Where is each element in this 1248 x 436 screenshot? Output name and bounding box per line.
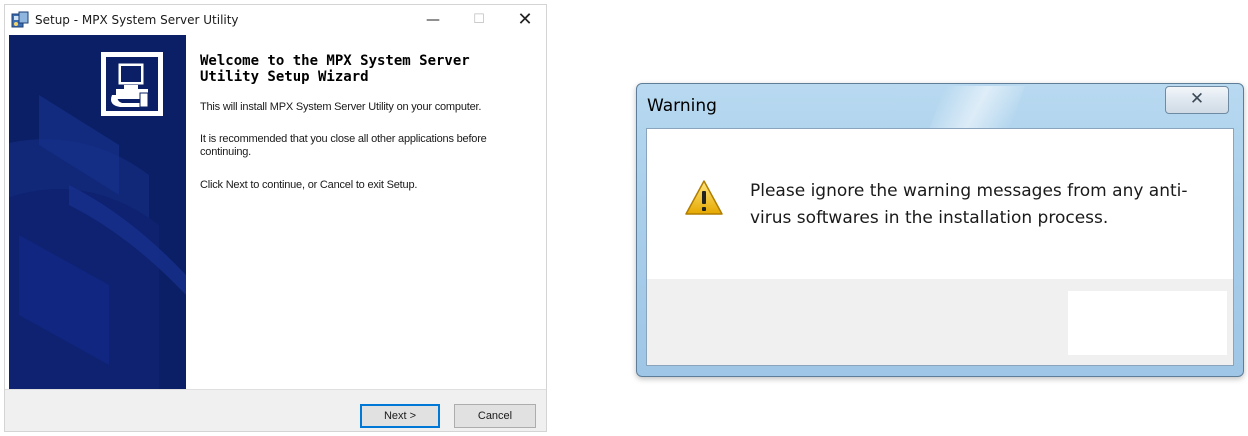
title-glass-highlight: [928, 86, 1026, 130]
wizard-heading: Welcome to the MPX System Server Utility…: [200, 53, 470, 85]
setup-window: Setup - MPX System Server Utility — ☐ ✕: [4, 4, 547, 432]
warning-ok-button-area[interactable]: [1068, 291, 1227, 355]
warning-content-panel: Please ignore the warning messages from …: [646, 128, 1234, 366]
setup-titlebar: Setup - MPX System Server Utility — ☐ ✕: [5, 5, 546, 35]
warning-message-area: Please ignore the warning messages from …: [647, 129, 1233, 279]
warning-close-button[interactable]: ✕: [1165, 86, 1229, 114]
wizard-instruction-text: Click Next to continue, or Cancel to exi…: [200, 179, 418, 191]
minimize-button[interactable]: —: [410, 5, 456, 35]
close-button[interactable]: ✕: [502, 5, 548, 35]
window-title: Setup - MPX System Server Utility: [35, 13, 239, 27]
maximize-button[interactable]: ☐: [456, 5, 502, 35]
wizard-recommend-text: It is recommended that you close all oth…: [200, 133, 487, 158]
next-button[interactable]: Next >: [360, 404, 440, 428]
wizard-install-text: This will install MPX System Server Util…: [200, 101, 482, 113]
setup-footer: Next > Cancel: [5, 389, 546, 431]
warning-dialog: Warning ✕ Please ignore the warning mess: [636, 83, 1244, 377]
cancel-button[interactable]: Cancel: [454, 404, 536, 428]
wizard-side-banner: [9, 35, 186, 389]
warning-message: Please ignore the warning messages from …: [750, 181, 1188, 228]
warning-triangle-icon: [684, 179, 724, 217]
setup-app-icon: [11, 11, 29, 29]
warning-dialog-title: Warning: [647, 96, 717, 116]
setup-logo-icon: [101, 52, 163, 116]
